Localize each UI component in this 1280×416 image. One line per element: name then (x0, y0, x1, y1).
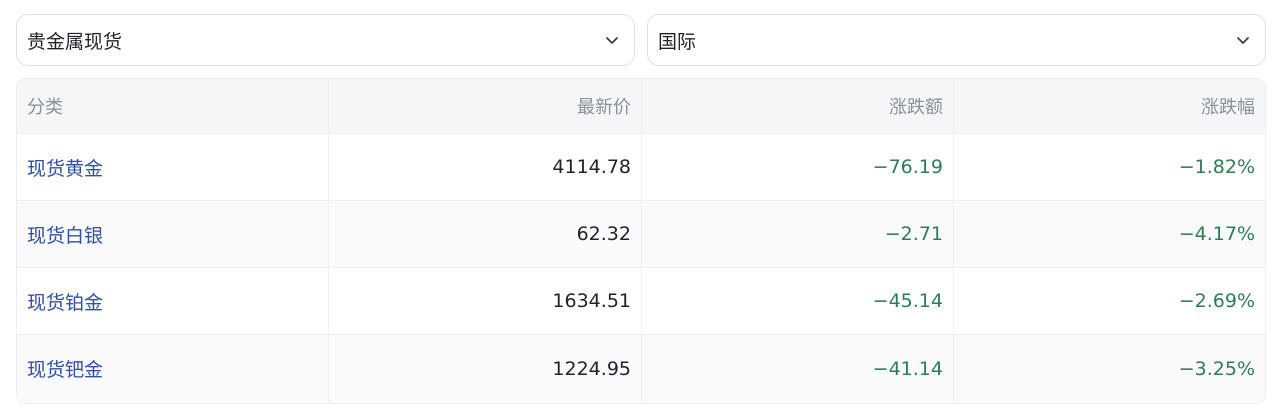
change-percent: −4.17% (1178, 223, 1255, 245)
header-change: 涨跌额 (642, 79, 954, 133)
table-row[interactable]: 现货白银 62.32 −2.71 −4.17% (17, 201, 1265, 268)
instrument-link[interactable]: 现货铂金 (27, 288, 103, 315)
change-percent: −3.25% (1178, 357, 1255, 380)
category-select[interactable]: 贵金属现货 (16, 14, 635, 66)
change-percent: −2.69% (1178, 290, 1255, 312)
change-value: −76.19 (642, 134, 954, 200)
latest-price: 62.32 (329, 201, 642, 267)
chevron-down-icon (604, 32, 620, 48)
change-percent: −1.82% (1178, 156, 1255, 178)
header-category: 分类 (17, 79, 329, 133)
header-change-pct: 涨跌幅 (1201, 97, 1255, 118)
filter-bar: 贵金属现货 国际 (16, 14, 1266, 66)
category-select-value: 贵金属现货 (27, 30, 123, 53)
region-select[interactable]: 国际 (647, 14, 1266, 66)
latest-price: 1634.51 (329, 268, 642, 334)
region-select-value: 国际 (658, 30, 697, 53)
latest-price: 4114.78 (329, 134, 642, 200)
instrument-link[interactable]: 现货白银 (27, 221, 103, 248)
table-row[interactable]: 现货黄金 4114.78 −76.19 −1.82% (17, 134, 1265, 201)
change-value: −41.14 (642, 335, 954, 402)
latest-price: 1224.95 (329, 335, 642, 402)
quotes-table: 分类 最新价 涨跌额 涨跌幅 现货黄金 4114.78 −76.19 −1.82… (16, 78, 1266, 404)
page: 贵金属现货 国际 分类 最新价 涨跌额 涨跌幅 现货黄金 4114.78 −76… (0, 0, 1280, 416)
change-value: −45.14 (642, 268, 954, 334)
instrument-link[interactable]: 现货黄金 (27, 154, 103, 181)
instrument-link[interactable]: 现货钯金 (27, 355, 103, 382)
table-row[interactable]: 现货铂金 1634.51 −45.14 −2.69% (17, 268, 1265, 335)
header-latest-price: 最新价 (329, 79, 642, 133)
table-row[interactable]: 现货钯金 1224.95 −41.14 −3.25% (17, 335, 1265, 402)
chevron-down-icon (1235, 32, 1251, 48)
change-value: −2.71 (642, 201, 954, 267)
table-header: 分类 最新价 涨跌额 涨跌幅 (17, 79, 1265, 134)
